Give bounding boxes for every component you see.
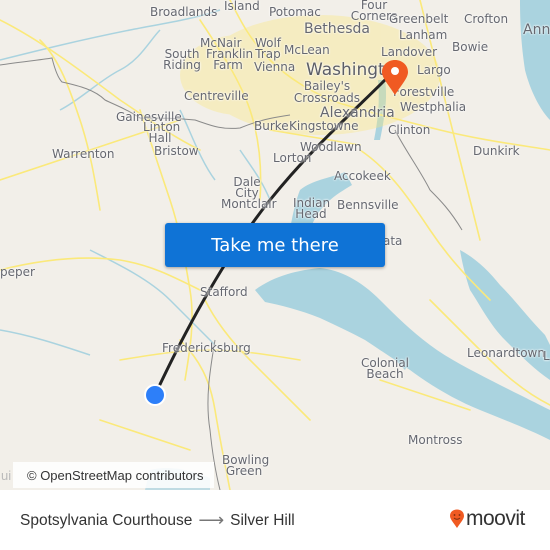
map-label-crofton: Crofton <box>464 12 509 26</box>
map-label-warrenton: Warrenton <box>52 147 115 161</box>
map-label-stafford: Stafford <box>200 285 248 299</box>
map-label-montclair: Montclair <box>221 197 277 211</box>
map-label-bennsville: Bennsville <box>337 198 399 212</box>
map-label-potomac: Potomac <box>269 5 321 19</box>
map-label-lorton: Lorton <box>273 151 312 165</box>
map-label-annapolis: Ann <box>523 22 550 38</box>
map-label-centreville: Centreville <box>184 89 249 103</box>
origin-name: Spotsylvania Courthouse <box>20 511 193 529</box>
map-label-island: Island <box>224 0 260 13</box>
attribution-cut-label: ui <box>1 467 12 483</box>
map-label-south-riding: South Riding <box>163 47 201 72</box>
map-label-lanham: Lanham <box>399 28 448 42</box>
take-me-there-label: Take me there <box>211 234 339 256</box>
map-label-alexandria: Alexandria <box>320 105 395 121</box>
map-label-broadlands: Broadlands <box>150 5 218 19</box>
take-me-there-button[interactable]: Take me there <box>165 223 385 267</box>
moovit-wordmark: moovit <box>466 507 525 530</box>
map-label-burke: Burke <box>254 119 289 133</box>
map-label-dale-city: Dale City <box>233 175 261 200</box>
map-label-greenbelt: Greenbelt <box>389 12 449 26</box>
map-label-baileys-crossroads: Bailey's Crossroads <box>293 79 361 105</box>
map-label-westphalia: Westphalia <box>400 100 467 114</box>
footer: Spotsylvania Courthouse ⟶ Silver Hill mo… <box>0 490 550 550</box>
map-label-mclean: McLean <box>284 43 330 57</box>
route-summary: Spotsylvania Courthouse ⟶ Silver Hill <box>20 510 295 531</box>
map-attribution: ui © OpenStreetMap contributors <box>1 462 214 488</box>
map-label-linton-hall: Linton Hall <box>143 120 181 145</box>
map-label-montross: Montross <box>408 433 463 447</box>
moovit-logo[interactable]: moovit <box>449 507 525 531</box>
origin-marker-icon[interactable] <box>143 383 167 407</box>
destination-pin-icon[interactable] <box>380 60 410 96</box>
map-label-bristow: Bristow <box>154 144 199 158</box>
map-label-indian-head: Indian Head <box>293 196 331 221</box>
osm-attribution-link[interactable]: © OpenStreetMap contributors <box>27 468 204 483</box>
map-label-clinton: Clinton <box>388 123 431 137</box>
map-label-culpeper: peper <box>0 265 35 279</box>
map-label-fredericksburg: Fredericksburg <box>162 341 251 355</box>
map-label-dunkirk: Dunkirk <box>473 144 520 158</box>
map-label-franklin-farm: Franklin Farm <box>206 47 254 72</box>
map-label-accokeek: Accokeek <box>334 169 391 183</box>
map-label-leonardtown: Leonardtown <box>467 346 545 360</box>
map[interactable]: Broadlands Island Potomac Four Corners B… <box>0 0 550 490</box>
map-label-bowie: Bowie <box>452 40 489 54</box>
destination-name: Silver Hill <box>230 511 295 529</box>
arrow-right-icon: ⟶ <box>198 510 225 530</box>
map-label-waldorf: ata <box>383 234 403 248</box>
map-label-bethesda: Bethesda <box>304 21 370 37</box>
map-label-largo: Largo <box>417 63 451 77</box>
map-label-colonial-beach: Colonial Beach <box>360 356 410 381</box>
map-label-wolf-trap: Wolf Trap <box>254 36 282 61</box>
map-label-vienna: Vienna <box>254 60 296 74</box>
map-label-kingstowne: Kingstowne <box>289 119 359 133</box>
moovit-pin-icon <box>450 509 464 528</box>
map-label-landover: Landover <box>381 45 438 59</box>
map-label-bowling-green: Bowling Green <box>222 453 270 478</box>
map-label-leonardtown-partial: L <box>543 349 550 363</box>
